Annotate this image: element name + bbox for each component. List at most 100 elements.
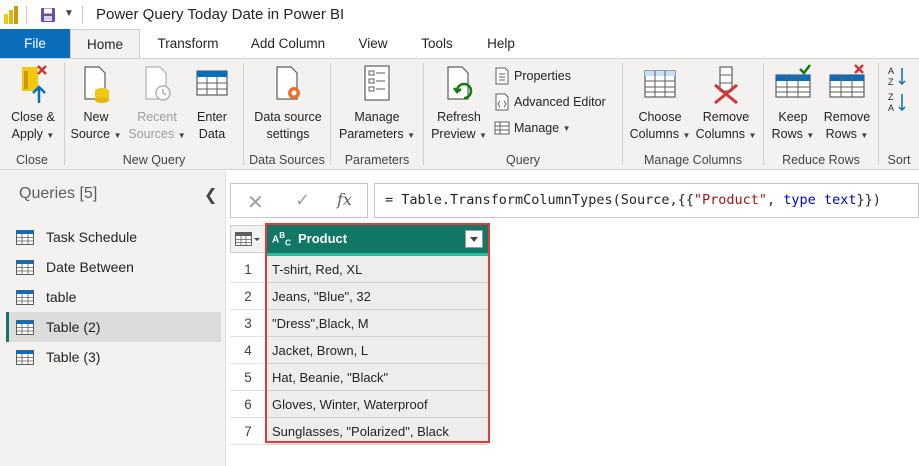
keep-rows-icon: [775, 64, 811, 98]
sort-ascending-icon: A Z: [888, 66, 906, 87]
enter-data-button[interactable]: Enter Data: [187, 63, 237, 143]
remove-rows-button[interactable]: Remove Rows ▼: [818, 63, 876, 144]
column-filter-dropdown-icon[interactable]: [465, 230, 483, 248]
column-header-label: Product: [298, 231, 348, 246]
manage-icon: [494, 121, 510, 135]
sort-descending-icon: Z A: [888, 92, 906, 113]
divider: [26, 6, 27, 24]
table-cell[interactable]: Hat, Beanie, "Black": [266, 364, 488, 391]
save-icon[interactable]: [40, 7, 56, 23]
formula-keyword: text: [823, 192, 857, 208]
query-item-date-between[interactable]: Date Between: [6, 252, 221, 282]
svg-text:Z: Z: [888, 77, 894, 87]
recent-sources-label: Recent: [137, 110, 177, 124]
tab-file[interactable]: File: [0, 29, 70, 58]
properties-icon: [495, 67, 509, 85]
properties-button[interactable]: Properties: [494, 67, 571, 85]
choose-columns-label: Choose: [638, 110, 682, 124]
close-apply-label-2: Apply ▼: [11, 127, 55, 141]
tab-tools[interactable]: Tools: [412, 29, 462, 58]
window-title: Power Query Today Date in Power BI: [96, 6, 345, 23]
new-source-button[interactable]: New Source ▼: [67, 63, 125, 144]
advanced-editor-label: Advanced Editor: [514, 95, 606, 109]
group-data-sources: Data source settings Data Sources: [244, 59, 330, 170]
remove-columns-button[interactable]: Remove Columns ▼: [693, 63, 759, 144]
manage-parameters-button[interactable]: Manage Parameters ▼: [335, 63, 419, 144]
row-number: 2: [230, 283, 266, 310]
cancel-formula-icon[interactable]: ✕: [247, 190, 264, 215]
svg-text:A: A: [888, 66, 894, 76]
refresh-preview-button[interactable]: Refresh Preview ▼: [428, 63, 490, 144]
group-label-manage-columns: Manage Columns: [644, 153, 742, 167]
new-source-label-2: Source ▼: [70, 127, 122, 141]
keep-rows-label-2: Rows ▼: [771, 127, 815, 141]
manage-label: Manage: [514, 121, 560, 135]
manage-parameters-label-2: Parameters ▼: [338, 127, 415, 141]
manage-button[interactable]: Manage ▼: [494, 119, 571, 137]
properties-label: Properties: [514, 69, 571, 83]
keep-rows-button[interactable]: Keep Rows ▼: [768, 63, 818, 144]
advanced-editor-button[interactable]: Advanced Editor: [494, 93, 606, 111]
svg-text:A: A: [888, 103, 894, 113]
formula-bar: ✕ ✓ fx = Table.TransformColumnTypes(Sour…: [230, 183, 919, 219]
table-icon: [16, 319, 34, 335]
choose-columns-button[interactable]: Choose Columns ▼: [627, 63, 693, 144]
table-cell[interactable]: Gloves, Winter, Waterproof: [266, 391, 488, 418]
title-bar: ▼ Power Query Today Date in Power BI: [0, 0, 919, 30]
remove-columns-label: Remove: [702, 110, 750, 124]
table-cell[interactable]: Jacket, Brown, L: [266, 337, 488, 364]
tab-add-column[interactable]: Add Column: [240, 29, 336, 58]
refresh-preview-icon: [447, 66, 473, 100]
table-cell[interactable]: Jeans, "Blue", 32: [266, 283, 488, 310]
formula-text: ,: [767, 192, 784, 208]
tab-view[interactable]: View: [350, 29, 396, 58]
formula-keyword: type: [783, 192, 816, 208]
formula-input[interactable]: = Table.TransformColumnTypes(Source,{{"P…: [374, 183, 919, 218]
table-menu-button[interactable]: [230, 225, 266, 253]
text-type-icon[interactable]: ABC: [272, 231, 291, 247]
quick-access-dropdown-icon[interactable]: ▼: [64, 8, 74, 19]
group-label-reduce-rows: Reduce Rows: [782, 153, 860, 167]
recent-sources-label-2: Sources ▼: [128, 127, 186, 141]
formula-text: = Table.TransformColumnTypes(Source,{{: [385, 192, 694, 208]
column-header-product[interactable]: ABC Product: [266, 225, 488, 253]
manage-parameters-label: Manage: [354, 110, 400, 124]
formula-text: }}): [856, 192, 881, 208]
close-apply-button[interactable]: Close & Apply ▼: [6, 63, 60, 144]
divider: [82, 6, 83, 24]
data-source-settings-label-2: settings: [266, 127, 310, 141]
insert-function-icon[interactable]: fx: [337, 190, 352, 209]
table-cell[interactable]: T-shirt, Red, XL: [266, 256, 488, 283]
remove-columns-icon: [714, 66, 738, 105]
table-icon: [16, 259, 34, 275]
tab-help[interactable]: Help: [478, 29, 524, 58]
query-item-label: table: [46, 289, 77, 305]
row-number: 4: [230, 337, 266, 364]
advanced-editor-icon: [495, 93, 509, 111]
query-item-label: Task Schedule: [46, 229, 138, 245]
new-source-label: New: [83, 110, 109, 124]
table-cell[interactable]: Sunglasses, "Polarized", Black: [266, 418, 488, 445]
group-reduce-rows: Keep Rows ▼ Remove Rows ▼ Reduce Rows: [764, 59, 878, 170]
confirm-formula-icon[interactable]: ✓: [295, 190, 310, 211]
query-item-label: Table (2): [46, 319, 101, 335]
refresh-preview-label: Refresh: [437, 110, 481, 124]
close-apply-label: Close &: [11, 110, 55, 124]
sort-ascending-button[interactable]: A Z: [887, 65, 913, 87]
sort-descending-button[interactable]: Z A: [887, 91, 913, 113]
query-item-table-2[interactable]: Table (2): [6, 312, 221, 342]
query-item-table[interactable]: table: [6, 282, 221, 312]
query-item-task-schedule[interactable]: Task Schedule: [6, 222, 221, 252]
tab-transform[interactable]: Transform: [148, 29, 228, 58]
table-icon: [235, 232, 260, 246]
recent-sources-button[interactable]: Recent Sources ▼: [127, 63, 187, 144]
keep-rows-label: Keep: [778, 110, 808, 124]
formula-actions: ✕ ✓ fx: [230, 183, 368, 218]
tab-home[interactable]: Home: [70, 29, 140, 59]
group-parameters: Manage Parameters ▼ Parameters: [331, 59, 423, 170]
power-bi-logo-icon: [4, 6, 18, 24]
query-item-table-3[interactable]: Table (3): [6, 342, 221, 372]
data-source-settings-button[interactable]: Data source settings: [248, 63, 328, 143]
table-cell[interactable]: "Dress",Black, M: [266, 310, 488, 337]
collapse-pane-icon[interactable]: ❮: [204, 185, 217, 205]
